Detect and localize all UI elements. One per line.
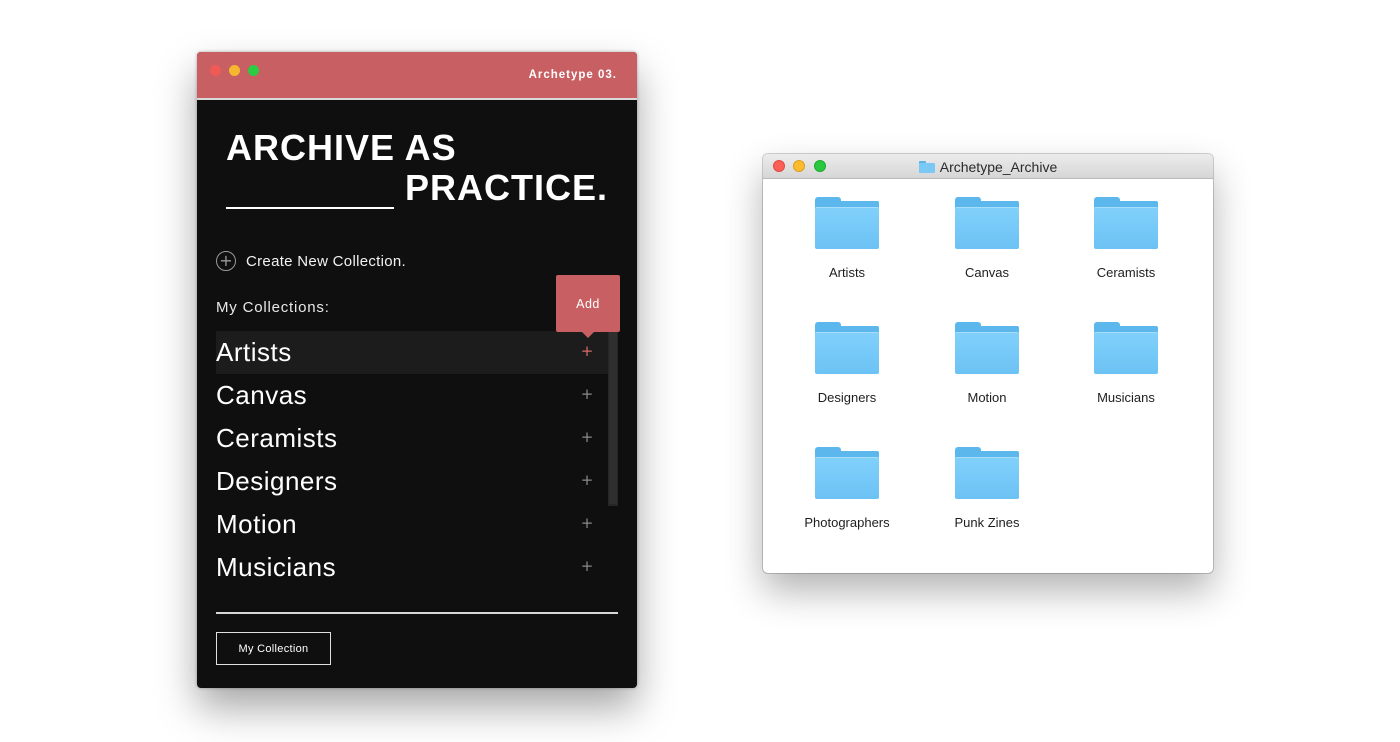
collection-item[interactable]: Musicians +	[216, 546, 608, 589]
add-to-collection-icon[interactable]: +	[580, 342, 594, 360]
folder-icon	[955, 447, 1019, 499]
add-tooltip[interactable]: Add	[556, 275, 620, 332]
collection-name: Canvas	[216, 380, 308, 410]
folder-icon	[1094, 322, 1158, 374]
finder-window: Archetype_Archive Artists Canvas Ceramists…	[763, 154, 1213, 573]
collection-item[interactable]: Motion +	[216, 503, 608, 546]
collection-name: Designers	[216, 466, 338, 496]
finder-folder-item[interactable]: Artists	[777, 197, 917, 297]
finder-title: Archetype_Archive	[763, 154, 1213, 179]
headline-blank-underline	[226, 207, 394, 209]
collections-scrollbar-thumb[interactable]	[609, 332, 617, 504]
folder-icon	[955, 322, 1019, 374]
add-to-collection-icon[interactable]: +	[580, 428, 594, 446]
headline-line-1: ARCHIVE AS	[226, 127, 457, 168]
minimize-window-button[interactable]	[229, 65, 240, 76]
folder-icon	[815, 322, 879, 374]
folder-icon	[1094, 197, 1158, 249]
collection-item[interactable]: Artists +	[216, 331, 608, 374]
add-tooltip-arrow	[582, 332, 594, 338]
add-to-collection-icon[interactable]: +	[580, 471, 594, 489]
folder-label: Motion	[967, 390, 1007, 405]
folder-label: Canvas	[964, 265, 1010, 280]
collection-item[interactable]: Designers +	[216, 460, 608, 503]
create-new-collection-button[interactable]: + Create New Collection.	[216, 250, 406, 272]
folder-icon	[815, 197, 879, 249]
collection-name: Ceramists	[216, 423, 338, 453]
footer-divider	[216, 612, 618, 614]
add-to-collection-icon[interactable]: +	[580, 557, 594, 575]
collections-list: Artists + Canvas + Ceramists + Designers + Motio…	[216, 331, 608, 589]
folder-label: Ceramists	[1096, 265, 1156, 280]
app-titlebar[interactable]: Archetype 03.	[197, 52, 637, 100]
my-collections-heading: My Collections:	[216, 299, 330, 316]
finder-folder-item[interactable]: Motion	[917, 322, 1057, 422]
plus-circle-icon: +	[216, 251, 236, 271]
zoom-window-button[interactable]	[248, 65, 259, 76]
folder-label: Photographers	[804, 515, 890, 530]
my-collection-button-label: My Collection	[238, 642, 309, 655]
close-window-button[interactable]	[210, 65, 221, 76]
folder-icon	[918, 160, 935, 173]
folder-label: Designers	[817, 390, 877, 405]
finder-folder-item[interactable]: Canvas	[917, 197, 1057, 297]
add-to-collection-icon[interactable]: +	[580, 385, 594, 403]
finder-title-label: Archetype_Archive	[939, 158, 1058, 175]
folder-icon	[955, 197, 1019, 249]
folder-label: Punk Zines	[954, 515, 1020, 530]
my-collection-button[interactable]: My Collection	[216, 632, 331, 665]
collection-name: Musicians	[216, 552, 337, 582]
finder-titlebar[interactable]: Archetype_Archive	[763, 154, 1213, 179]
add-to-collection-icon[interactable]: +	[580, 514, 594, 532]
collection-name: Artists	[216, 337, 292, 367]
finder-folder-item[interactable]: Punk Zines	[917, 447, 1057, 547]
finder-folder-item[interactable]: Designers	[777, 322, 917, 422]
archetype-app-window: Archetype 03. ARCHIVE AS PRACTICE. + Cre…	[197, 52, 637, 688]
create-new-collection-label: Create New Collection.	[246, 252, 406, 270]
app-brand: Archetype 03.	[528, 69, 617, 81]
finder-folder-item[interactable]: Ceramists	[1056, 197, 1196, 297]
folder-label: Musicians	[1097, 390, 1155, 405]
headline-line-2: PRACTICE.	[405, 167, 609, 208]
add-tooltip-label: Add	[576, 296, 600, 311]
collection-item[interactable]: Canvas +	[216, 374, 608, 417]
folder-label: Artists	[828, 265, 866, 280]
finder-folder-item[interactable]: Musicians	[1056, 322, 1196, 422]
folder-icon	[815, 447, 879, 499]
collection-name: Motion	[216, 509, 298, 539]
collection-item[interactable]: Ceramists +	[216, 417, 608, 460]
finder-folder-item[interactable]: Photographers	[777, 447, 917, 547]
